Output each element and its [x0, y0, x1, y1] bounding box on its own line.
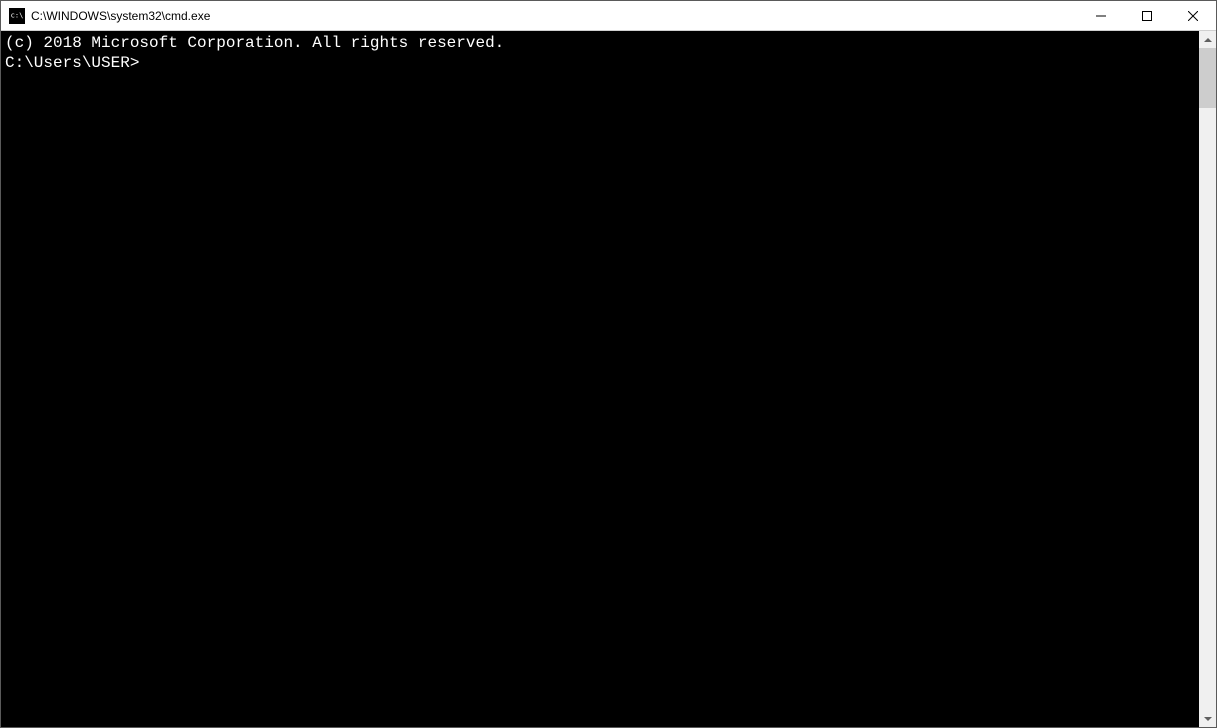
close-button[interactable]	[1170, 1, 1216, 30]
scroll-track[interactable]	[1199, 48, 1216, 710]
content-area: (c) 2018 Microsoft Corporation. All righ…	[1, 31, 1216, 727]
maximize-icon	[1142, 11, 1152, 21]
scroll-up-button[interactable]	[1199, 31, 1216, 48]
chevron-down-icon	[1204, 717, 1212, 721]
close-icon	[1188, 11, 1198, 21]
terminal[interactable]: (c) 2018 Microsoft Corporation. All righ…	[1, 31, 1199, 727]
window-title: C:\WINDOWS\system32\cmd.exe	[31, 9, 1078, 23]
titlebar[interactable]: C:\WINDOWS\system32\cmd.exe	[1, 1, 1216, 31]
window-controls	[1078, 1, 1216, 30]
cmd-icon	[9, 8, 25, 24]
minimize-icon	[1096, 11, 1106, 21]
vertical-scrollbar[interactable]	[1199, 31, 1216, 727]
maximize-button[interactable]	[1124, 1, 1170, 30]
cmd-window: C:\WINDOWS\system32\cmd.exe (c) 2018 Mic	[0, 0, 1217, 728]
scroll-down-button[interactable]	[1199, 710, 1216, 727]
prompt-line[interactable]: C:\Users\USER>	[5, 53, 1195, 73]
copyright-line: (c) 2018 Microsoft Corporation. All righ…	[5, 33, 1195, 53]
scroll-thumb[interactable]	[1199, 48, 1216, 108]
minimize-button[interactable]	[1078, 1, 1124, 30]
chevron-up-icon	[1204, 38, 1212, 42]
